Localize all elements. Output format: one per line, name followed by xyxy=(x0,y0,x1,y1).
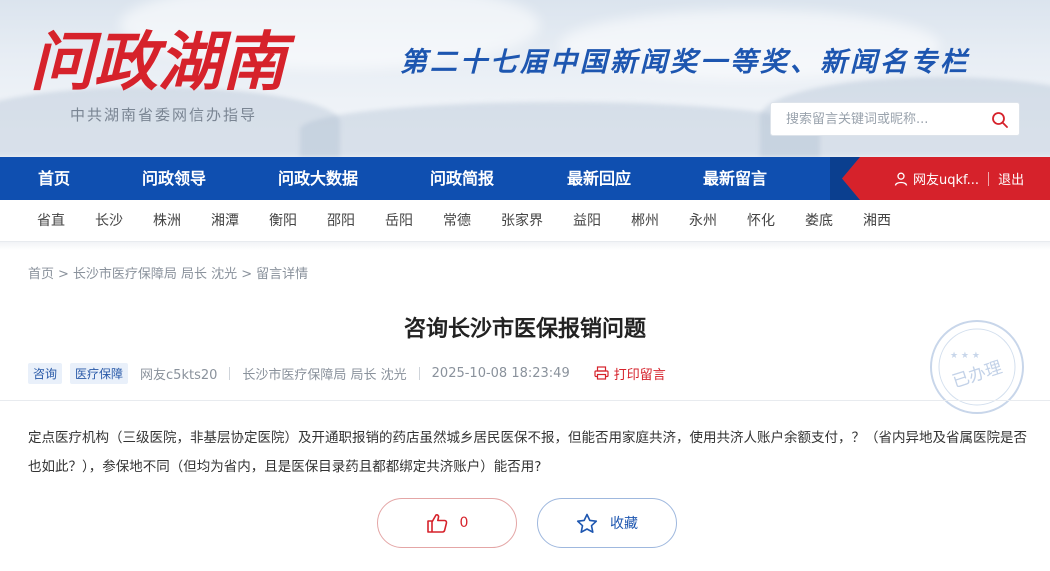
region-item[interactable]: 常德 xyxy=(443,200,471,242)
stamp-star: ★ ★ ★ xyxy=(950,351,980,361)
nav-item-briefing[interactable]: 问政简报 xyxy=(430,157,494,200)
section-shadow xyxy=(0,242,1050,250)
region-item[interactable]: 益阳 xyxy=(573,200,601,242)
favorite-label: 收藏 xyxy=(610,516,638,532)
post-meta: 咨询 医疗保障 网友c5kts20 长沙市医疗保障局 局长 沈光 2025-10… xyxy=(28,362,666,384)
page-title: 咨询长沙市医保报销问题 xyxy=(403,316,646,342)
nav-item-latest-responses[interactable]: 最新回应 xyxy=(567,157,631,200)
logout-link[interactable]: 退出 xyxy=(998,169,1024,188)
region-item[interactable]: 株洲 xyxy=(153,200,181,242)
breadcrumb-department[interactable]: 长沙市医疗保障局 局长 沈光 xyxy=(73,267,237,282)
username-link[interactable]: 网友uqkf... xyxy=(913,169,979,188)
main-nav: 首页 问政领导 问政大数据 问政简报 最新回应 最新留言 网友uqkf... 退… xyxy=(0,157,1050,200)
logo-text: 问政湖南 xyxy=(30,25,296,98)
region-item[interactable]: 张家界 xyxy=(501,200,543,242)
print-button[interactable]: 打印留言 xyxy=(594,364,666,383)
favorite-button[interactable]: 收藏 xyxy=(537,498,677,548)
thumbs-up-icon xyxy=(426,514,447,533)
nav-item-latest-messages[interactable]: 最新留言 xyxy=(703,157,767,200)
like-button[interactable]: 0 xyxy=(377,498,517,548)
meta-divider xyxy=(418,366,420,380)
meta-divider xyxy=(229,366,231,380)
breadcrumb-current: 留言详情 xyxy=(256,267,309,282)
processed-stamp: ★ ★ ★ 已办理 xyxy=(930,320,1024,414)
like-count: 0 xyxy=(459,515,469,531)
header-banner: 问政湖南 中共湖南省委网信办指导 第二十七届中国新闻奖一等奖、新闻名专栏 xyxy=(0,0,1050,157)
region-item[interactable]: 省直 xyxy=(37,200,65,242)
tag-type[interactable]: 咨询 xyxy=(28,362,63,384)
breadcrumb-separator: > xyxy=(241,267,253,282)
nav-item-home[interactable]: 首页 xyxy=(38,157,70,200)
slogan: 第二十七届中国新闻奖一等奖、新闻名专栏 xyxy=(400,47,970,78)
post-datetime: 2025-10-08 18:23:49 xyxy=(431,365,570,381)
region-item[interactable]: 湘潭 xyxy=(211,200,239,242)
user-icon xyxy=(894,172,908,186)
stamp-text: 已办理 xyxy=(950,358,1005,393)
region-item[interactable]: 怀化 xyxy=(747,200,775,242)
region-nav: 省直 长沙 株洲 湘潭 衡阳 邵阳 岳阳 常德 张家界 益阳 郴州 永州 怀化 … xyxy=(0,200,1050,242)
region-item[interactable]: 岳阳 xyxy=(385,200,413,242)
post-body: 定点医疗机构（三级医院，非基层协定医院）及开通职报销的药店虽然城乡居民医保不报，… xyxy=(28,430,1027,475)
region-item[interactable]: 湘西 xyxy=(863,200,891,242)
banner-mountain xyxy=(300,102,820,157)
print-label: 打印留言 xyxy=(613,367,666,383)
region-item[interactable]: 郴州 xyxy=(631,200,659,242)
site-logo[interactable]: 问政湖南 xyxy=(28,18,328,98)
search-input[interactable] xyxy=(771,111,981,127)
printer-icon xyxy=(594,366,609,380)
breadcrumb: 首页 > 长沙市医疗保障局 局长 沈光 > 留言详情 xyxy=(28,263,308,282)
post-department[interactable]: 长沙市医疗保障局 局长 沈光 xyxy=(242,364,406,383)
search-box[interactable] xyxy=(770,102,1020,136)
tag-category[interactable]: 医疗保障 xyxy=(70,362,129,384)
breadcrumb-separator: > xyxy=(58,267,69,282)
nav-item-bigdata[interactable]: 问政大数据 xyxy=(278,157,358,200)
star-icon xyxy=(576,513,598,533)
search-icon[interactable] xyxy=(991,111,1009,129)
logo-subtitle: 中共湖南省委网信办指导 xyxy=(70,106,258,124)
nav-item-leaders[interactable]: 问政领导 xyxy=(142,157,206,200)
region-item[interactable]: 衡阳 xyxy=(269,200,297,242)
region-item[interactable]: 长沙 xyxy=(95,200,123,242)
user-divider xyxy=(988,171,990,186)
content-divider xyxy=(0,400,1050,401)
region-item[interactable]: 永州 xyxy=(689,200,717,242)
user-panel: 网友uqkf... 退出 xyxy=(894,157,1024,200)
breadcrumb-home[interactable]: 首页 xyxy=(28,267,54,282)
region-item[interactable]: 娄底 xyxy=(805,200,833,242)
region-item[interactable]: 邵阳 xyxy=(327,200,355,242)
post-author: 网友c5kts20 xyxy=(140,367,218,383)
